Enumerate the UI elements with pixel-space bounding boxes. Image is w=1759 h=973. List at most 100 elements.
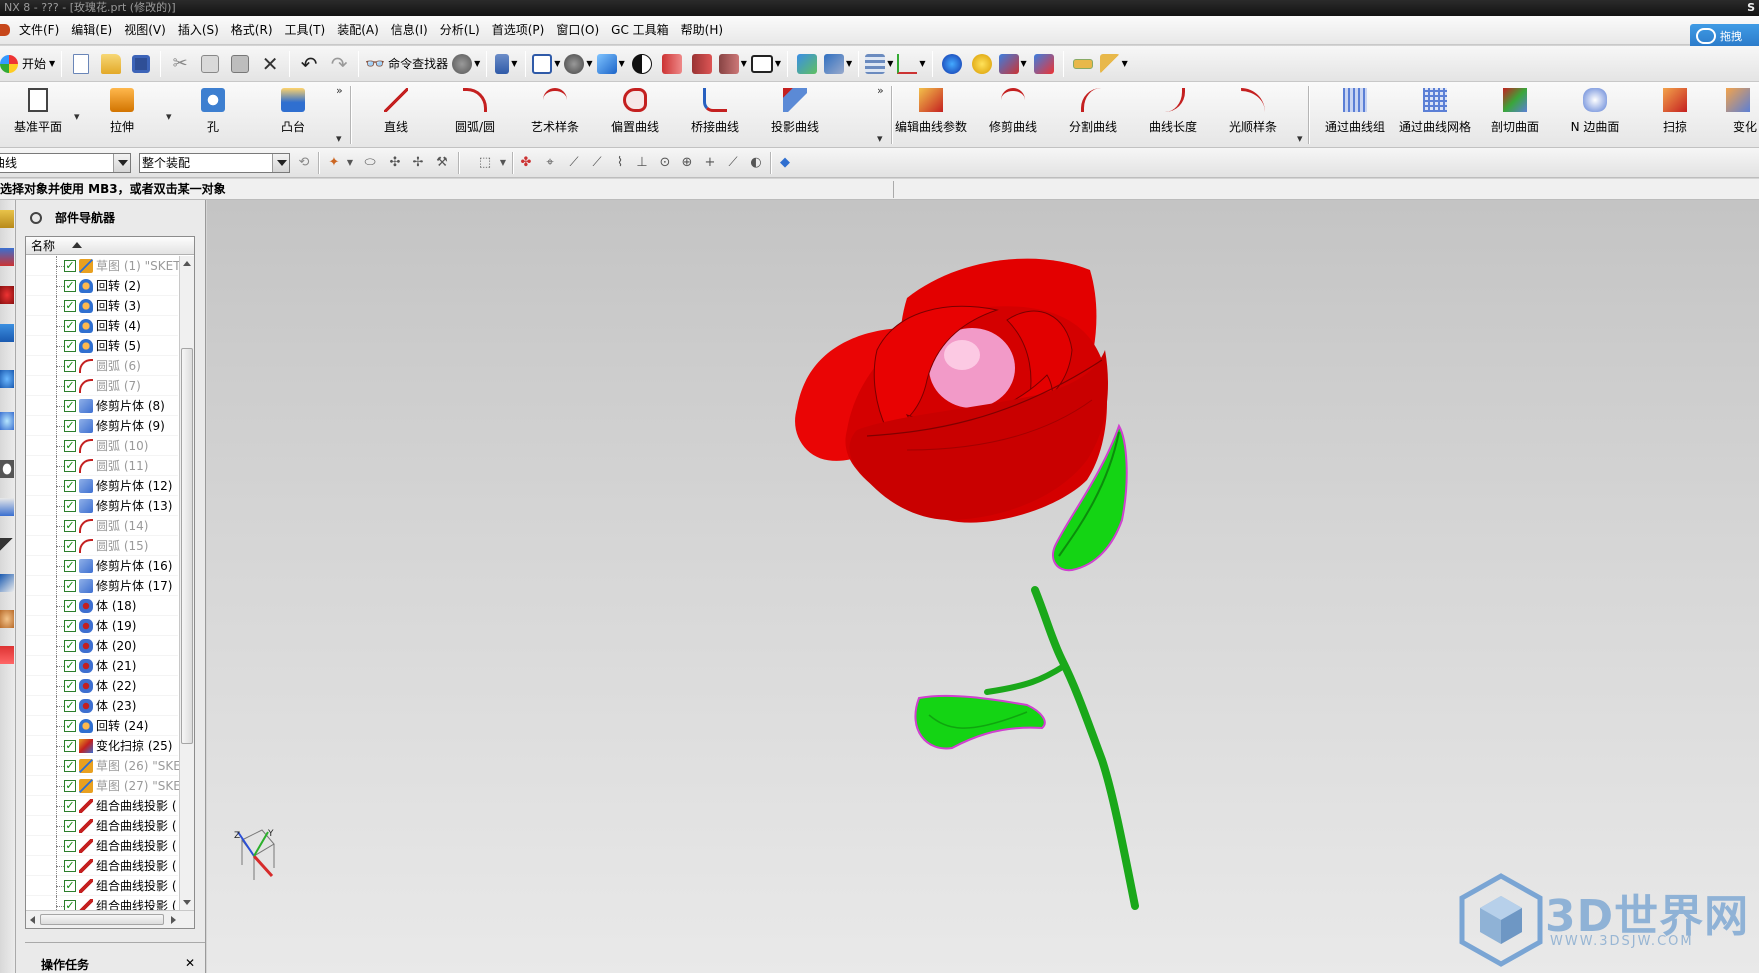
tree-row[interactable]: ✓ 组合曲线投影 ( (26, 836, 178, 856)
select-face-icon[interactable]: ⬭ (362, 155, 378, 171)
visibility-checkbox[interactable]: ✓ (64, 360, 76, 372)
visibility-checkbox[interactable]: ✓ (64, 860, 76, 872)
n-sided-surface-button[interactable]: N 边曲面 (1557, 86, 1633, 142)
tree-row[interactable]: ✓ 体 (20) (26, 636, 178, 656)
tree-row[interactable]: ✓ 修剪片体 (13) (26, 496, 178, 516)
horizontal-scrollbar[interactable] (26, 910, 194, 928)
clip-button[interactable] (689, 50, 715, 78)
open-button[interactable] (98, 50, 124, 78)
light-button[interactable] (969, 50, 995, 78)
visibility-checkbox[interactable]: ✓ (64, 540, 76, 552)
boss-button[interactable]: 凸台 (255, 86, 331, 142)
bridge-curve-button[interactable]: 桥接曲线 (677, 86, 753, 142)
hat-button[interactable]: ▼ (452, 50, 480, 78)
clock-icon[interactable] (0, 460, 14, 478)
delete-button[interactable]: ✕ (257, 50, 283, 78)
tree-row[interactable]: ✓ 圆弧 (15) (26, 536, 178, 556)
snap-point-icon[interactable]: + (702, 155, 718, 171)
undo-button[interactable]: ↶ (296, 50, 322, 78)
tree-row[interactable]: ✓ 修剪片体 (12) (26, 476, 178, 496)
tree-row[interactable]: ✓ 回转 (5) (26, 336, 178, 356)
close-icon[interactable]: ✕ (185, 956, 195, 970)
graphics-window[interactable]: Z Y (207, 200, 1759, 973)
chevron-down-icon[interactable]: ▾ (336, 132, 342, 145)
through-curves-button[interactable]: 通过曲线组 (1317, 86, 1393, 142)
snap-perpendicular-icon[interactable]: ⊥ (634, 155, 650, 171)
wcs-button[interactable]: ▼ (897, 50, 926, 78)
chevron-down-icon[interactable]: ▾ (877, 132, 883, 145)
snap-on-curve-icon[interactable]: ⟋ (725, 155, 741, 171)
scroll-down-icon[interactable] (183, 900, 191, 905)
angle-button[interactable]: ▼ (1099, 50, 1128, 78)
menu-format[interactable]: 格式(R) (225, 16, 279, 45)
tree-row[interactable]: ✓ 圆弧 (14) (26, 516, 178, 536)
scroll-left-icon[interactable] (30, 916, 35, 924)
tree-row[interactable]: ✓ 圆弧 (7) (26, 376, 178, 396)
filter-reset-icon[interactable]: ⟲ (296, 155, 312, 171)
cut-button[interactable]: ✂ (167, 50, 193, 78)
measure-button[interactable] (1070, 50, 1096, 78)
menu-analysis[interactable]: 分析(L) (434, 16, 486, 45)
visibility-checkbox[interactable]: ✓ (64, 480, 76, 492)
snap-line-icon[interactable]: ⟋ (566, 155, 582, 171)
menu-edit[interactable]: 编辑(E) (65, 16, 118, 45)
roles-icon[interactable] (0, 610, 14, 628)
visibility-checkbox[interactable]: ✓ (64, 700, 76, 712)
hole-button[interactable]: 孔 (175, 86, 251, 142)
layer-button[interactable]: ▼ (750, 50, 781, 78)
menu-gc-toolbox[interactable]: GC 工具箱 (605, 16, 675, 45)
select-feature-icon[interactable]: ✣ (387, 155, 403, 171)
tree-row[interactable]: ✓ 组合曲线投影 ( (26, 796, 178, 816)
scroll-thumb[interactable] (181, 348, 193, 744)
visibility-checkbox[interactable]: ✓ (64, 300, 76, 312)
tree-row[interactable]: ✓ 组合曲线投影 ( (26, 816, 178, 836)
visibility-checkbox[interactable]: ✓ (64, 260, 76, 272)
tree-row[interactable]: ✓ 回转 (3) (26, 296, 178, 316)
snap-button[interactable] (939, 50, 965, 78)
tree-row[interactable]: ✓ 回转 (24) (26, 716, 178, 736)
vertical-scrollbar[interactable] (179, 256, 194, 910)
process-studio-icon[interactable] (0, 538, 14, 556)
move-button[interactable] (794, 50, 820, 78)
snap-endpoint-icon[interactable]: ✤ (518, 155, 534, 171)
hscroll-thumb[interactable] (40, 914, 164, 925)
visibility-checkbox[interactable]: ✓ (64, 680, 76, 692)
menu-help[interactable]: 帮助(H) (675, 16, 729, 45)
visibility-checkbox[interactable]: ✓ (64, 880, 76, 892)
tree-row[interactable]: ✓ 草图 (26) "SKE (26, 756, 181, 776)
column-header-name[interactable]: 名称 (26, 237, 194, 255)
chevron-down-icon[interactable]: ▾ (74, 110, 80, 123)
select-edge-icon[interactable]: ⚒ (434, 155, 450, 171)
general-selection-icon[interactable]: ✦ (326, 155, 342, 171)
manufacturing-wizard-icon[interactable] (0, 574, 14, 592)
section-button[interactable] (659, 50, 685, 78)
menu-information[interactable]: 信息(I) (385, 16, 434, 45)
visibility-checkbox[interactable]: ✓ (64, 640, 76, 652)
tree-row[interactable]: ✓ 修剪片体 (16) (26, 556, 178, 576)
command-finder-button[interactable]: 👓 命令查找器 (365, 50, 448, 78)
leaf-stalk[interactable] (984, 663, 1067, 695)
tree-row[interactable]: ✓ 变化扫掠 (25) (26, 736, 178, 756)
part-navigator-icon[interactable] (0, 286, 14, 304)
type-filter-select[interactable]: 曲线 (0, 153, 131, 173)
edit-curve-params-button[interactable]: 编辑曲线参数 (893, 86, 969, 142)
menu-insert[interactable]: 插入(S) (172, 16, 225, 45)
tree-row[interactable]: ✓ 回转 (4) (26, 316, 178, 336)
new-button[interactable] (68, 50, 94, 78)
lower-leaf[interactable] (914, 694, 1046, 750)
start-button[interactable]: 开始 ▼ (0, 50, 55, 78)
visibility-checkbox[interactable]: ✓ (64, 420, 76, 432)
snap-curve-icon[interactable]: ⌇ (612, 155, 628, 171)
visibility-checkbox[interactable]: ✓ (64, 440, 76, 452)
snap-solid-icon[interactable]: ◆ (777, 155, 793, 171)
visibility-checkbox[interactable]: ✓ (64, 740, 76, 752)
snap-center-icon[interactable]: ⊙ (657, 155, 673, 171)
arc-button[interactable]: 圆弧/圆 (437, 86, 513, 142)
fit-button[interactable]: ▼ (532, 50, 560, 78)
tree-row[interactable]: ✓ 组合曲线投影 ( (26, 876, 178, 896)
visibility-checkbox[interactable]: ✓ (64, 560, 76, 572)
extrude-button[interactable]: 拉伸 (84, 86, 160, 142)
visibility-checkbox[interactable]: ✓ (64, 520, 76, 532)
through-curve-mesh-button[interactable]: 通过曲线网格 (1397, 86, 1473, 142)
menu-assemblies[interactable]: 装配(A) (331, 16, 385, 45)
